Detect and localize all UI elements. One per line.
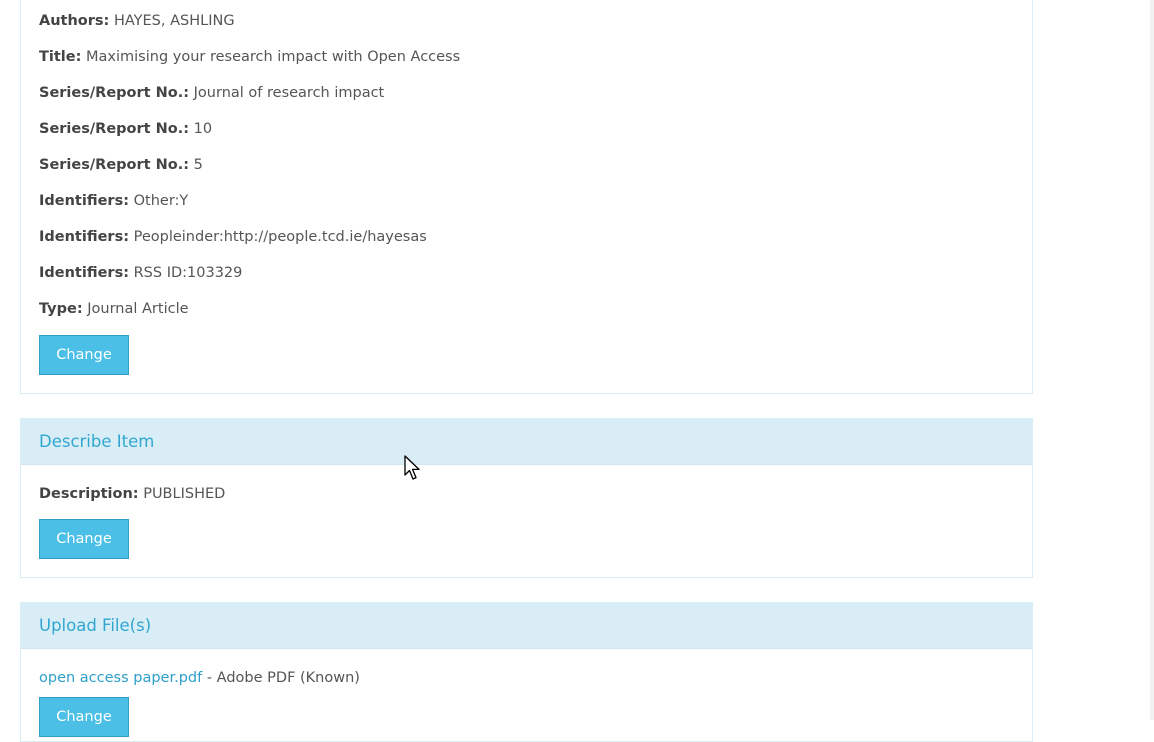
series-report-field: Series/Report No.: 5 (39, 157, 203, 173)
field-value: 10 (193, 121, 213, 137)
uploaded-file-row: open access paper.pdf - Adobe PDF (Known… (39, 670, 360, 686)
field-label: Authors: (39, 13, 110, 29)
upload-files-panel: Upload File(s) open access paper.pdf - A… (20, 602, 1033, 742)
field-value: Peopleinder:http://people.tcd.ie/hayesas (133, 229, 427, 245)
field-value: Maximising your research impact with Ope… (86, 49, 461, 65)
upload-files-heading: Upload File(s) (21, 603, 1032, 649)
authors-field: Authors: HAYES, ASHLING (39, 13, 235, 29)
field-label: Series/Report No.: (39, 121, 190, 137)
field-label: Identifiers: (39, 229, 129, 245)
identifiers-field: Identifiers: Other:Y (39, 193, 188, 209)
mouse-pointer-icon (404, 455, 420, 480)
change-metadata-button[interactable]: Change (39, 335, 129, 375)
describe-item-panel: Describe Item Description: PUBLISHED Cha… (20, 418, 1033, 578)
describe-item-heading: Describe Item (21, 419, 1032, 465)
change-description-button[interactable]: Change (39, 519, 129, 559)
title-field: Title: Maximising your research impact w… (39, 49, 460, 65)
field-label: Description: (39, 486, 139, 502)
field-label: Series/Report No.: (39, 157, 190, 173)
series-report-field: Series/Report No.: Journal of research i… (39, 85, 384, 101)
change-files-button[interactable]: Change (39, 697, 129, 737)
scrollbar-track[interactable] (1150, 0, 1154, 720)
series-report-field: Series/Report No.: 10 (39, 121, 212, 137)
field-label: Type: (39, 301, 83, 317)
type-field: Type: Journal Article (39, 301, 189, 317)
submission-review-page: Authors: HAYES, ASHLING Title: Maximisin… (0, 0, 1154, 742)
file-format-text: - Adobe PDF (Known) (206, 670, 360, 686)
identifiers-field: Identifiers: RSS ID:103329 (39, 265, 242, 281)
identifiers-field: Identifiers: Peopleinder:http://people.t… (39, 229, 427, 245)
description-field: Description: PUBLISHED (39, 486, 225, 502)
field-label: Identifiers: (39, 193, 129, 209)
field-label: Title: (39, 49, 82, 65)
field-value: PUBLISHED (143, 486, 226, 502)
field-value: Other:Y (133, 193, 189, 209)
field-label: Identifiers: (39, 265, 129, 281)
uploaded-file-link[interactable]: open access paper.pdf (39, 670, 202, 686)
item-summary-panel: Authors: HAYES, ASHLING Title: Maximisin… (20, 0, 1033, 394)
field-label: Series/Report No.: (39, 85, 190, 101)
field-value: Journal of research impact (193, 85, 385, 101)
field-value: HAYES, ASHLING (113, 13, 235, 29)
field-value: RSS ID:103329 (133, 265, 243, 281)
field-value: 5 (193, 157, 203, 173)
field-value: Journal Article (87, 301, 189, 317)
